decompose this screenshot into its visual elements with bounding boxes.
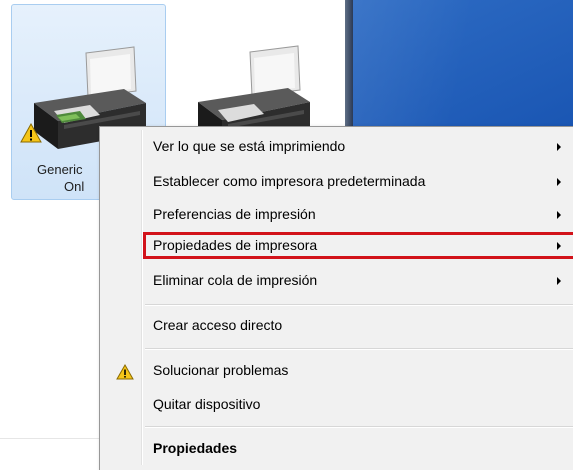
menu-item-set-default-printer[interactable]: Establecer como impresora predeterminada bbox=[102, 167, 573, 197]
menu-item-create-shortcut[interactable]: Crear acceso directo bbox=[102, 311, 573, 341]
menu-item-label: Propiedades de impresora bbox=[153, 237, 318, 253]
warning-icon bbox=[20, 123, 42, 143]
menu-separator bbox=[145, 304, 573, 306]
submenu-arrow-icon bbox=[557, 211, 561, 219]
menu-separator bbox=[145, 426, 573, 428]
menu-item-see-whats-printing[interactable]: Ver lo que se está imprimiendo bbox=[102, 132, 573, 162]
menu-item-properties[interactable]: Propiedades bbox=[102, 434, 573, 464]
device-label: Generic bbox=[37, 162, 83, 177]
menu-item-label: Crear acceso directo bbox=[153, 317, 283, 333]
menu-item-printer-properties[interactable]: Propiedades de impresora bbox=[102, 231, 573, 261]
submenu-arrow-icon bbox=[557, 242, 561, 250]
submenu-arrow-icon bbox=[557, 143, 561, 151]
menu-item-printing-preferences[interactable]: Preferencias de impresión bbox=[102, 200, 573, 230]
menu-item-label: Preferencias de impresión bbox=[153, 206, 316, 222]
menu-separator bbox=[145, 348, 573, 350]
menu-item-label: Propiedades bbox=[153, 440, 238, 456]
context-menu: Ver lo que se está imprimiendo Establece… bbox=[99, 126, 573, 470]
menu-item-troubleshoot[interactable]: Solucionar problemas bbox=[102, 356, 573, 386]
menu-item-label: Eliminar cola de impresión bbox=[153, 272, 318, 288]
menu-item-label: Establecer como impresora predeterminada bbox=[153, 173, 426, 189]
warning-icon bbox=[116, 364, 134, 380]
submenu-arrow-icon bbox=[557, 178, 561, 186]
menu-item-remove-print-queue[interactable]: Eliminar cola de impresión bbox=[102, 266, 573, 296]
menu-item-label: Quitar dispositivo bbox=[153, 396, 261, 412]
menu-item-label: Ver lo que se está imprimiendo bbox=[153, 138, 346, 154]
menu-item-label: Solucionar problemas bbox=[153, 362, 289, 378]
submenu-arrow-icon bbox=[557, 277, 561, 285]
device-status-label: Onl bbox=[64, 179, 85, 194]
menu-item-remove-device[interactable]: Quitar dispositivo bbox=[102, 390, 573, 420]
